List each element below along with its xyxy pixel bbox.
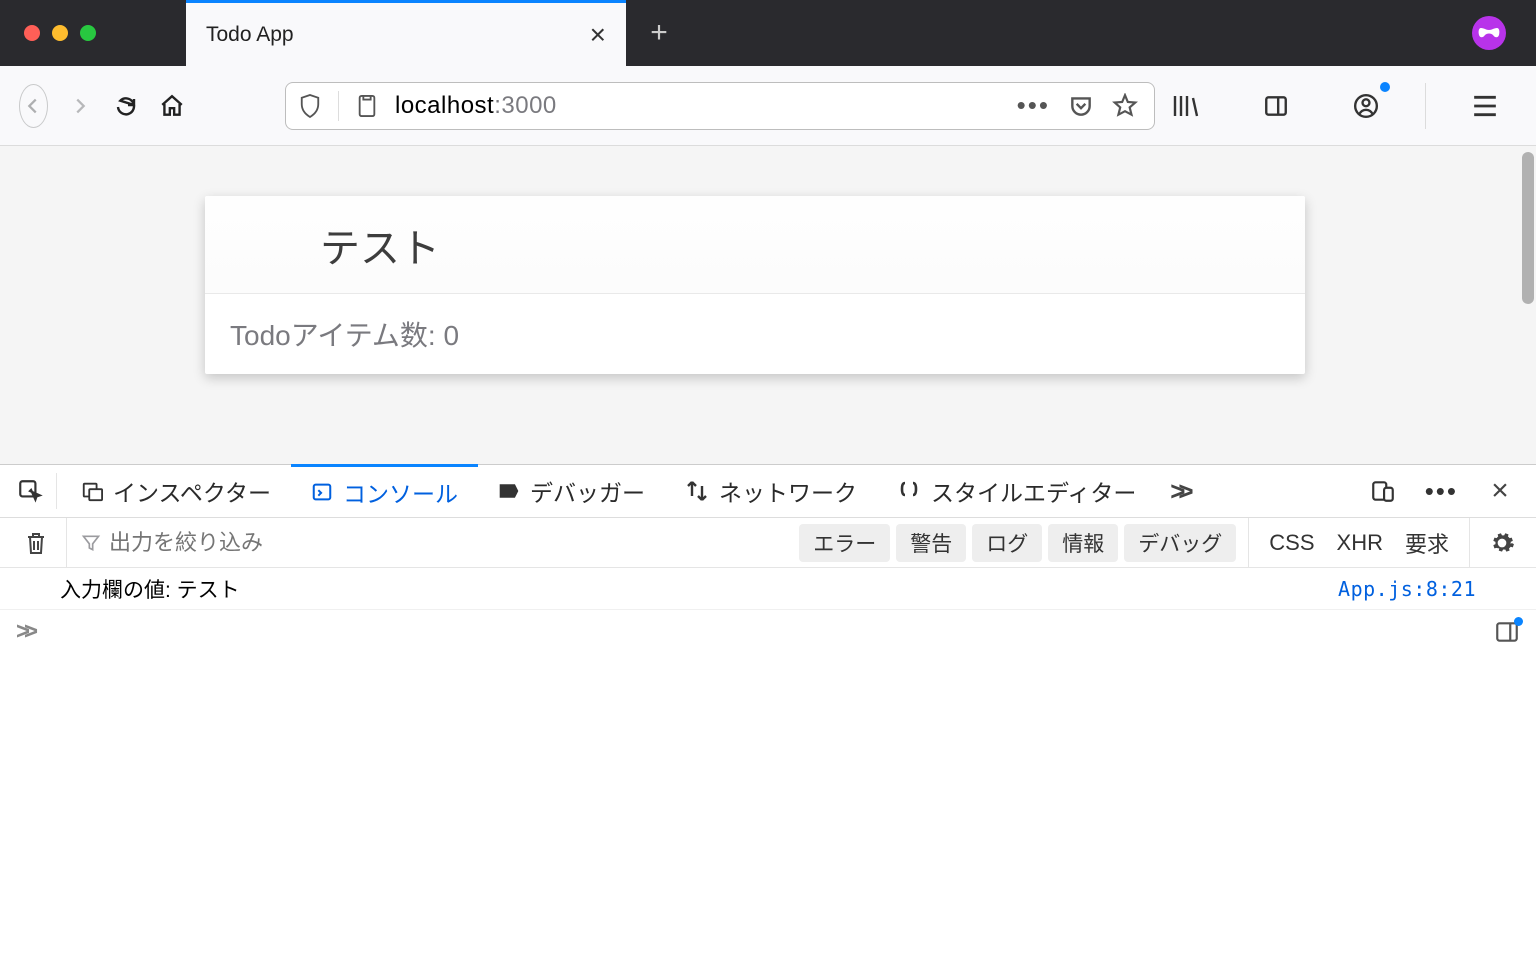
- address-bar[interactable]: localhost:3000 •••: [285, 82, 1155, 130]
- page-actions-icon[interactable]: •••: [1017, 90, 1050, 121]
- log-message: 入力欄の値: テスト: [60, 574, 1338, 604]
- page-viewport: Todoアイテム数: 0: [0, 146, 1536, 464]
- minimize-window-button[interactable]: [52, 25, 68, 41]
- toggle-xhr[interactable]: XHR: [1337, 530, 1383, 556]
- todo-card: Todoアイテム数: 0: [205, 196, 1305, 374]
- tab-label: ネットワーク: [719, 474, 857, 508]
- app-menu-icon[interactable]: [1463, 84, 1507, 128]
- prompt-chevron-icon: >>: [16, 618, 32, 646]
- todo-input[interactable]: [320, 222, 1265, 267]
- more-tabs-icon[interactable]: >>: [1156, 465, 1200, 517]
- tab-label: デバッガー: [530, 474, 645, 508]
- separator: [338, 91, 339, 121]
- console-filter-input[interactable]: [109, 530, 509, 556]
- funnel-icon: [81, 533, 101, 553]
- forward-button[interactable]: [66, 84, 94, 128]
- toggle-requests[interactable]: 要求: [1405, 527, 1449, 559]
- chip-debug[interactable]: デバッグ: [1124, 524, 1236, 562]
- separator: [56, 473, 57, 509]
- maximize-window-button[interactable]: [80, 25, 96, 41]
- tab-label: スタイルエディター: [931, 474, 1136, 508]
- toggle-css[interactable]: CSS: [1269, 530, 1314, 556]
- url-host: localhost: [395, 92, 494, 119]
- back-button[interactable]: [19, 84, 48, 128]
- chip-info[interactable]: 情報: [1048, 524, 1118, 562]
- pocket-icon[interactable]: [1068, 93, 1094, 119]
- devtools-tabbar: インスペクター コンソール デバッガー ネットワーク スタイルエディター >> …: [0, 464, 1536, 518]
- tab-label: コンソール: [343, 475, 458, 509]
- window-titlebar: Todo App × +: [0, 0, 1536, 66]
- log-source-link[interactable]: App.js:8:21: [1338, 577, 1476, 601]
- home-button[interactable]: [158, 84, 186, 128]
- page-info-icon[interactable]: [351, 93, 383, 119]
- chip-error[interactable]: エラー: [799, 524, 890, 562]
- url-text: localhost:3000: [395, 92, 1005, 120]
- browser-tab-active[interactable]: Todo App ×: [186, 0, 626, 66]
- shield-icon[interactable]: [294, 93, 326, 119]
- reload-button[interactable]: [112, 84, 140, 128]
- sidebar-icon[interactable]: [1254, 84, 1298, 128]
- tab-console[interactable]: コンソール: [291, 464, 478, 517]
- responsive-mode-icon[interactable]: [1361, 478, 1405, 504]
- split-console-icon[interactable]: [1494, 620, 1520, 644]
- console-settings-icon[interactable]: [1482, 530, 1522, 556]
- close-devtools-icon[interactable]: ×: [1478, 474, 1522, 508]
- browser-navbar: localhost:3000 •••: [0, 66, 1536, 146]
- kebab-menu-icon[interactable]: •••: [1425, 476, 1458, 507]
- url-port: :3000: [494, 92, 557, 119]
- console-filter: [66, 518, 626, 567]
- tab-debugger[interactable]: デバッガー: [478, 465, 665, 517]
- separator: [1425, 83, 1426, 129]
- close-window-button[interactable]: [24, 25, 40, 41]
- tab-label: インスペクター: [113, 474, 271, 508]
- tab-style-editor[interactable]: スタイルエディター: [877, 465, 1156, 517]
- console-prompt-row[interactable]: >>: [0, 610, 1536, 654]
- window-controls: [0, 25, 96, 41]
- mask-icon: [1478, 27, 1500, 39]
- profile-private-badge[interactable]: [1472, 16, 1506, 50]
- bookmark-star-icon[interactable]: [1112, 93, 1138, 119]
- tab-network[interactable]: ネットワーク: [665, 465, 877, 517]
- log-level-chips: エラー 警告 ログ 情報 デバッグ: [799, 524, 1236, 562]
- console-log-row[interactable]: 入力欄の値: テスト App.js:8:21: [0, 568, 1536, 610]
- clear-console-icon[interactable]: [14, 530, 58, 556]
- todo-input-row: [205, 196, 1305, 294]
- library-icon[interactable]: [1164, 84, 1208, 128]
- close-tab-icon[interactable]: ×: [590, 19, 606, 51]
- chip-log[interactable]: ログ: [972, 524, 1042, 562]
- viewport-scrollbar[interactable]: [1522, 152, 1534, 304]
- new-tab-button[interactable]: +: [626, 0, 692, 66]
- todo-count-label: Todoアイテム数: 0: [205, 294, 1305, 374]
- element-picker-icon[interactable]: [8, 465, 52, 517]
- log-source-toggles: CSS XHR 要求: [1248, 518, 1470, 567]
- chip-warning[interactable]: 警告: [896, 524, 966, 562]
- console-toolbar: エラー 警告 ログ 情報 デバッグ CSS XHR 要求: [0, 518, 1536, 568]
- tab-inspector[interactable]: インスペクター: [61, 465, 291, 517]
- browser-tabs: Todo App × +: [186, 0, 692, 66]
- account-icon[interactable]: [1344, 84, 1388, 128]
- tab-title: Todo App: [206, 23, 590, 47]
